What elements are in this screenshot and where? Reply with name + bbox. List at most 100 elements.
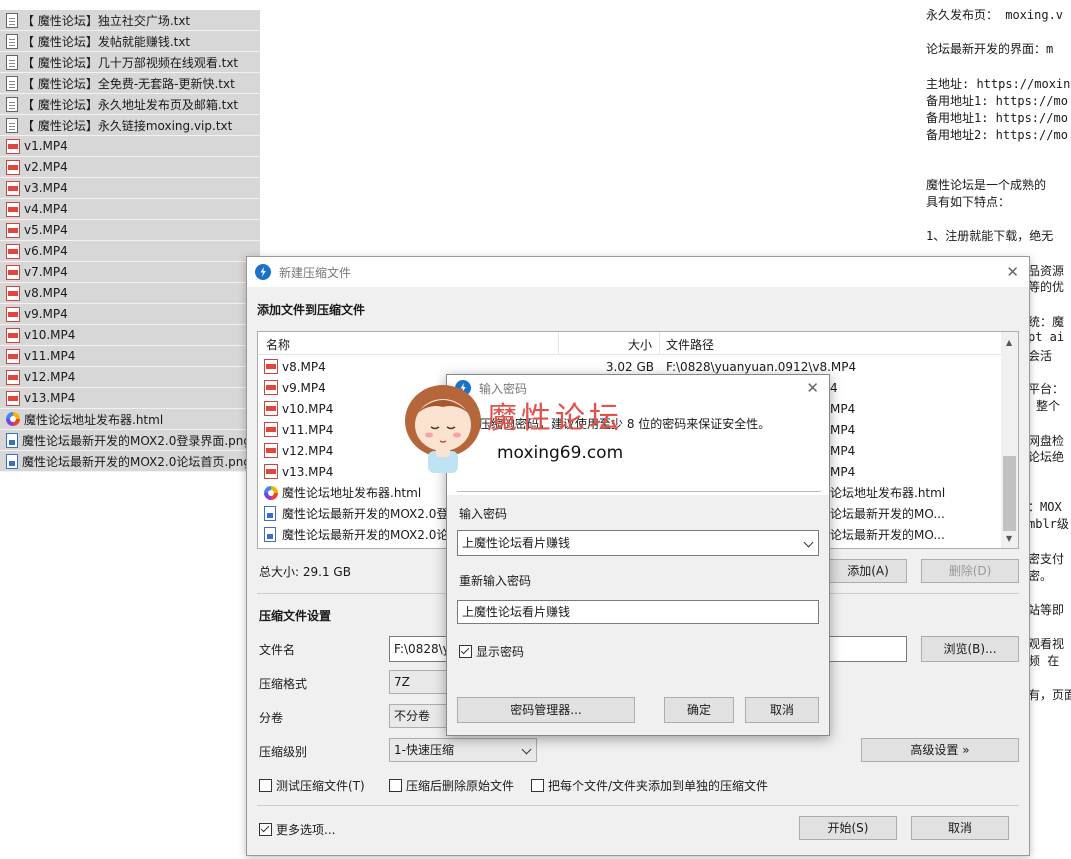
file-list-item[interactable]: 【 魔性论坛】发帖就能赚钱.txt <box>0 31 260 52</box>
level-value: 1-快速压缩 <box>394 743 454 757</box>
file-list-item[interactable]: 【 魔性论坛】永久链接moxing.vip.txt <box>0 115 260 136</box>
file-list-item[interactable]: v9.MP4 <box>0 304 260 325</box>
image-file-icon <box>264 527 276 542</box>
show-password-label: 显示密码 <box>476 645 525 659</box>
row-path: F:\0828\yuanyuan.0912\v8.MP4 <box>666 359 857 374</box>
add-files-heading: 添加文件到压缩文件 <box>257 303 366 317</box>
file-name: v1.MP4 <box>24 139 68 153</box>
row-path: 论坛最新开发的MO... <box>830 528 945 542</box>
text-file-icon <box>6 33 18 49</box>
scroll-down-icon[interactable]: ▼ <box>1006 534 1012 543</box>
chevron-down-icon[interactable] <box>803 537 814 548</box>
file-name: 【 魔性论坛】永久地址发布页及邮箱.txt <box>22 97 239 112</box>
show-password-checkbox[interactable]: 显示密码 <box>459 643 524 660</box>
file-list-item[interactable]: 【 魔性论坛】永久地址发布页及邮箱.txt <box>0 94 260 115</box>
browse-button[interactable]: 浏览(B)... <box>921 636 1019 662</box>
enter-password-label: 输入密码 <box>459 507 508 521</box>
separate-archives-checkbox[interactable]: 把每个文件/文件夹添加到单独的压缩文件 <box>531 777 768 794</box>
doc-line: pt ai <box>1028 330 1065 344</box>
video-file-icon <box>264 380 278 395</box>
password-manager-button[interactable]: 密码管理器... <box>457 697 635 723</box>
delete-after-checkbox[interactable]: 压缩后删除原始文件 <box>389 777 514 794</box>
doc-line: 论坛绝 <box>1028 450 1065 464</box>
file-name: v3.MP4 <box>24 181 68 195</box>
file-name: 【 魔性论坛】永久链接moxing.vip.txt <box>22 118 233 133</box>
table-header: 名称 大小 文件路径 <box>258 332 1018 355</box>
video-file-icon <box>6 327 20 343</box>
file-list-item[interactable]: 魔性论坛最新开发的MOX2.0论坛首页.png <box>0 451 250 472</box>
text-file-icon <box>6 12 18 28</box>
file-list-item[interactable]: 【 魔性论坛】几十万部视频在线观看.txt <box>0 52 260 73</box>
password-cancel-button[interactable]: 取消 <box>745 697 819 723</box>
app-icon <box>255 264 271 280</box>
row-name: 魔性论坛地址发布器.html <box>282 486 422 500</box>
advanced-settings-button[interactable]: 高级设置 » <box>861 738 1019 762</box>
file-name: v7.MP4 <box>24 265 68 279</box>
file-list-item[interactable]: v1.MP4 <box>0 136 260 157</box>
col-size-header[interactable]: 大小 <box>628 336 652 353</box>
password-input[interactable]: 上魔性论坛看片赚钱 <box>457 530 819 556</box>
password-value: 上魔性论坛看片赚钱 <box>462 536 571 550</box>
file-list-item[interactable]: 魔性论坛地址发布器.html <box>0 409 250 430</box>
file-name: 【 魔性论坛】发帖就能赚钱.txt <box>22 34 191 49</box>
text-file-icon <box>6 96 18 112</box>
file-name: 魔性论坛最新开发的MOX2.0论坛首页.png <box>22 454 250 469</box>
reenter-password-input[interactable]: 上魔性论坛看片赚钱 <box>457 600 819 624</box>
test-archive-checkbox[interactable]: 测试压缩文件(T) <box>259 777 365 794</box>
level-label: 压缩级别 <box>259 745 308 759</box>
file-list-item[interactable]: v10.MP4 <box>0 325 260 346</box>
file-name: v13.MP4 <box>24 391 76 405</box>
video-file-icon <box>6 264 20 280</box>
video-file-icon <box>6 369 20 385</box>
row-path: MP4 <box>830 443 856 458</box>
doc-line: 频 在 <box>1028 654 1060 668</box>
file-list-item[interactable]: 【 魔性论坛】独立社交广场.txt <box>0 10 260 31</box>
col-name-header[interactable]: 名称 <box>266 336 290 353</box>
file-list-item[interactable]: v2.MP4 <box>0 157 260 178</box>
video-file-icon <box>6 243 20 259</box>
video-file-icon <box>6 138 20 154</box>
file-list-item[interactable]: v12.MP4 <box>0 367 260 388</box>
row-name: v12.MP4 <box>282 443 334 458</box>
file-list-item[interactable]: v5.MP4 <box>0 220 260 241</box>
settings-heading: 压缩文件设置 <box>259 609 332 623</box>
file-name: v9.MP4 <box>24 307 68 321</box>
file-list-item[interactable]: v8.MP4 <box>0 283 260 304</box>
file-name: 【 魔性论坛】独立社交广场.txt <box>22 13 191 28</box>
close-icon[interactable]: ✕ <box>1006 263 1019 281</box>
delete-button[interactable]: 删除(D) <box>921 559 1019 583</box>
scroll-thumb[interactable] <box>1003 456 1016 531</box>
file-list-item[interactable]: v13.MP4 <box>0 388 260 409</box>
row-path: MP4 <box>830 422 856 437</box>
format-value: 7Z <box>394 675 410 689</box>
reenter-password-label: 重新输入密码 <box>459 574 532 588</box>
start-button[interactable]: 开始(S) <box>799 816 897 840</box>
file-list-item[interactable]: v7.MP4 <box>0 262 260 283</box>
text-file-icon <box>6 117 18 133</box>
explorer-file-list: 【 魔性论坛】独立社交广场.txt 【 魔性论坛】发帖就能赚钱.txt 【 魔性论坛… <box>0 10 260 472</box>
more-options-checkbox[interactable]: 更多选项... <box>259 821 335 838</box>
watermark-logo-text: 魔性论坛 <box>487 401 623 436</box>
table-scrollbar[interactable]: ▲ ▼ <box>1001 332 1018 548</box>
add-button[interactable]: 添加(A) <box>829 559 907 583</box>
row-name: v10.MP4 <box>282 401 334 416</box>
level-select[interactable]: 1-快速压缩 <box>389 738 537 762</box>
close-icon[interactable]: ✕ <box>806 379 819 397</box>
video-file-icon <box>264 422 278 437</box>
doc-line: 密。 <box>1028 569 1053 583</box>
file-list-item[interactable]: v6.MP4 <box>0 241 260 262</box>
file-list-item[interactable]: 魔性论坛最新开发的MOX2.0登录界面.png <box>0 430 250 451</box>
file-list-item[interactable]: v4.MP4 <box>0 199 260 220</box>
video-file-icon <box>6 348 20 364</box>
ok-button[interactable]: 确定 <box>664 697 734 723</box>
col-path-header[interactable]: 文件路径 <box>666 336 714 353</box>
file-name: v4.MP4 <box>24 202 68 216</box>
scroll-up-icon[interactable]: ▲ <box>1006 338 1012 347</box>
mascot-girl-image <box>405 385 481 473</box>
archive-cancel-button[interactable]: 取消 <box>911 816 1009 840</box>
video-file-icon <box>264 464 278 479</box>
file-list-item[interactable]: v3.MP4 <box>0 178 260 199</box>
file-list-item[interactable]: 【 魔性论坛】全免费-无套路-更新快.txt <box>0 73 260 94</box>
doc-line: 网盘检 <box>1028 434 1065 448</box>
file-list-item[interactable]: v11.MP4 <box>0 346 260 367</box>
